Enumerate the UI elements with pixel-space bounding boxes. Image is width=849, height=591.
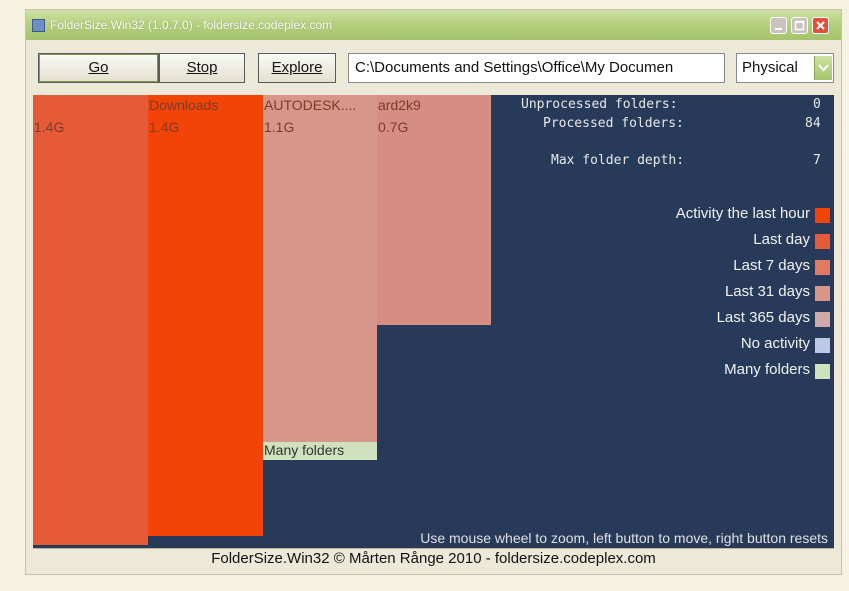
many-folders-block[interactable]: Many folders — [263, 442, 377, 460]
unprocessed-label: Unprocessed folders: — [521, 97, 678, 112]
legend-swatch — [815, 260, 830, 275]
close-button[interactable] — [812, 17, 829, 34]
page-background: FolderSize.Win32 (1.0.7.0) - foldersize.… — [0, 0, 849, 591]
mode-select-value: Physical — [742, 59, 798, 76]
depth-value: 7 — [813, 153, 821, 168]
maximize-button[interactable] — [791, 17, 808, 34]
usage-hint: Use mouse wheel to zoom, left button to … — [420, 530, 828, 546]
many-folders-label: Many folders — [264, 442, 345, 458]
minimize-button[interactable] — [770, 17, 787, 34]
maximize-icon — [794, 20, 805, 31]
status-bar: FolderSize.Win32 © Mårten Rånge 2010 - f… — [33, 548, 834, 570]
unprocessed-value: 0 — [813, 97, 821, 112]
block-size: 1.4G — [149, 119, 180, 135]
legend-swatch — [815, 208, 830, 223]
processed-value: 84 — [805, 116, 821, 131]
app-window: FolderSize.Win32 (1.0.7.0) - foldersize.… — [25, 9, 842, 575]
legend-swatch — [815, 312, 830, 327]
treemap-block[interactable]: 1.4G — [33, 95, 148, 545]
explore-button[interactable]: Explore — [258, 53, 336, 83]
legend-swatch — [815, 338, 830, 353]
toolbar: Go Stop Explore C:\Documents and Setting… — [26, 40, 841, 84]
processed-label: Processed folders: — [543, 116, 684, 131]
depth-label: Max folder depth: — [551, 153, 685, 168]
legend-swatch — [815, 286, 830, 301]
dropdown-arrow[interactable] — [814, 56, 832, 80]
app-icon — [32, 19, 45, 32]
legend-item: Last 7 days — [594, 257, 834, 279]
block-size: 0.7G — [378, 119, 409, 135]
chevron-down-icon — [818, 64, 829, 72]
path-input[interactable]: C:\Documents and Settings\Office\My Docu… — [348, 53, 725, 83]
title-bar[interactable]: FolderSize.Win32 (1.0.7.0) - foldersize.… — [26, 10, 841, 40]
mode-select[interactable]: Physical — [736, 53, 834, 83]
legend-item: Last 365 days — [594, 309, 834, 331]
legend-item: No activity — [594, 335, 834, 357]
window-title: FolderSize.Win32 (1.0.7.0) - foldersize.… — [50, 18, 333, 32]
legend-swatch — [815, 364, 830, 379]
block-size: 1.4G — [34, 119, 65, 135]
treemap-block-autodesk[interactable]: AUTODESK.... 1.1G — [263, 95, 377, 442]
go-button[interactable]: Go — [38, 53, 159, 83]
legend-item: Last 31 days — [594, 283, 834, 305]
block-size: 1.1G — [264, 119, 295, 135]
legend-swatch — [815, 234, 830, 249]
block-name: Downloads — [149, 97, 219, 113]
block-name: AUTODESK.... — [264, 97, 357, 113]
close-icon — [816, 21, 825, 30]
legend-item: Last day — [594, 231, 834, 253]
minimize-icon — [775, 28, 782, 30]
legend-item: Activity the last hour — [594, 205, 834, 227]
treemap-canvas[interactable]: 1.4G Downloads 1.4G AUTODESK.... 1.1G ar… — [33, 95, 834, 548]
stop-button[interactable]: Stop — [159, 53, 245, 83]
treemap-block-ard2k9[interactable]: ard2k9 0.7G — [377, 95, 491, 325]
legend-item: Many folders — [594, 361, 834, 383]
treemap-block-downloads[interactable]: Downloads 1.4G — [148, 95, 263, 536]
block-name: ard2k9 — [378, 97, 421, 113]
